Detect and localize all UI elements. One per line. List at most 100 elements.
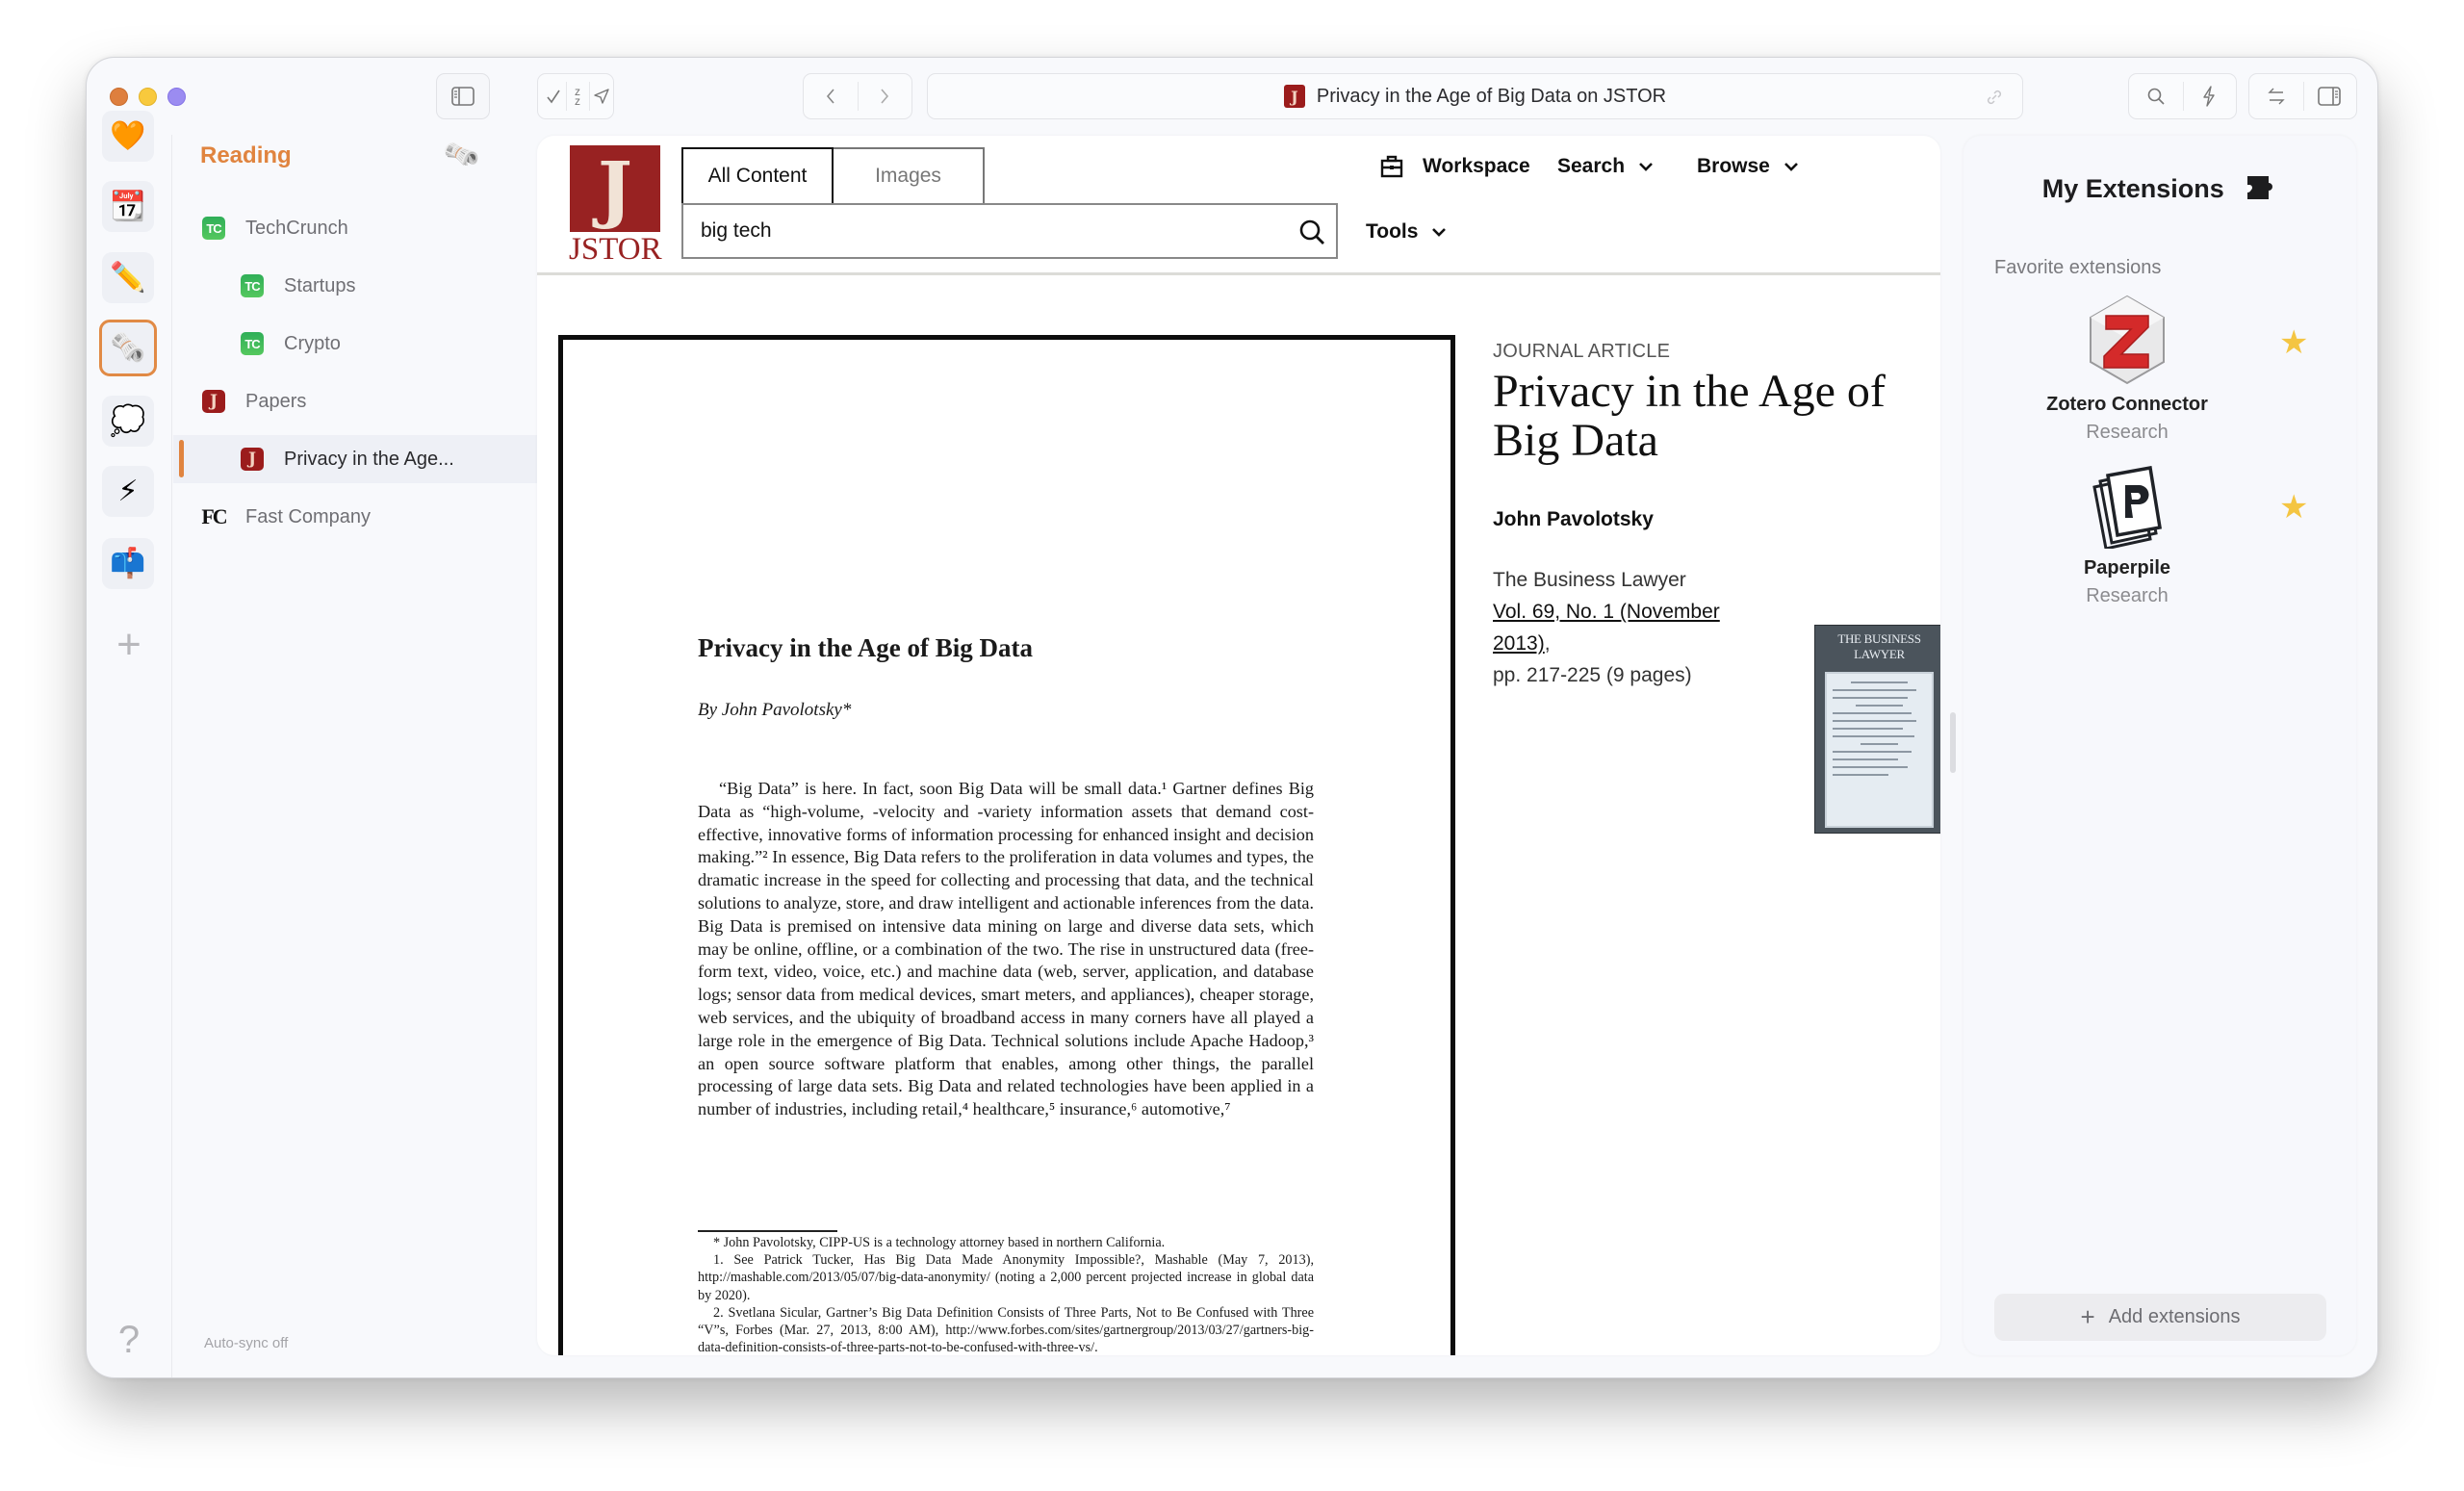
content-type-label: JOURNAL ARTICLE: [1493, 341, 1671, 362]
search-menu[interactable]: Search: [1557, 155, 1654, 178]
browse-menu[interactable]: Browse: [1697, 155, 1799, 178]
footnote: 1. See Patrick Tucker, Has Big Data Made…: [698, 1252, 1314, 1303]
lightning-icon: ⚡: [117, 476, 139, 507]
extensions-panel: My Extensions Favorite extensions Zotero…: [1964, 136, 2356, 1355]
plus-icon: +: [116, 621, 141, 668]
cover-title: THE BUSINESS LAWYER: [1837, 631, 1921, 661]
workspace-link[interactable]: Workspace: [1380, 155, 1530, 178]
link-icon[interactable]: [1984, 87, 2005, 108]
jstor-wordmark[interactable]: JSTOR: [569, 232, 662, 268]
chevron-down-icon: [1432, 228, 1447, 237]
extension-paperpile[interactable]: Paperpile Research: [1964, 465, 2291, 607]
help-button[interactable]: ?: [110, 1319, 148, 1362]
back-button[interactable]: [804, 74, 858, 118]
journal-cover-image[interactable]: THE BUSINESS LAWYER: [1814, 625, 1940, 834]
chevron-left-icon: [826, 89, 834, 104]
search-input[interactable]: big tech: [681, 203, 1338, 259]
browse-menu-label: Browse: [1697, 155, 1770, 177]
selection-indicator: [179, 440, 184, 477]
sidebar-toggle-button[interactable]: [436, 73, 490, 119]
share-button[interactable]: [589, 74, 613, 118]
web-page: J JSTOR All Content Images big tech Work…: [537, 136, 1940, 1355]
sidebar-item-startups[interactable]: TC Startups: [173, 262, 600, 310]
sidebar-item-label: TechCrunch: [245, 217, 348, 239]
search-icon[interactable]: [1297, 218, 1326, 246]
page-title: Privacy in the Age of Big Data on JSTOR: [1316, 85, 1667, 107]
space-reading-button[interactable]: 🗞️: [99, 320, 157, 376]
right-sidebar-icon: [2318, 87, 2342, 106]
extensions-title: My Extensions: [1964, 174, 2356, 204]
address-bar[interactable]: J Privacy in the Age of Big Data on JSTO…: [927, 73, 2023, 119]
sidebar-item-label: Papers: [245, 390, 307, 412]
search-tools-group: [2128, 73, 2237, 119]
pdf-page-preview[interactable]: Privacy in the Age of Big Data By John P…: [558, 335, 1455, 1355]
add-extensions-button[interactable]: + Add extensions: [1994, 1294, 2326, 1341]
quick-actions-button[interactable]: [2182, 74, 2237, 118]
tab-images[interactable]: Images: [834, 147, 985, 203]
plus-icon: +: [2080, 1302, 2095, 1331]
forward-button[interactable]: [858, 74, 911, 118]
sidebar-item-techcrunch[interactable]: TC TechCrunch: [173, 204, 600, 252]
newspaper-icon: 🗞️: [110, 332, 146, 364]
issue-link[interactable]: Vol. 69, No. 1 (November 2013): [1493, 601, 1720, 655]
jstor-header: J JSTOR All Content Images big tech Work…: [537, 136, 1940, 275]
mark-done-button[interactable]: [542, 74, 566, 118]
techcrunch-favicon-icon: TC: [241, 332, 264, 355]
tab-all-content[interactable]: All Content: [681, 147, 834, 203]
sidebar-icon: [451, 87, 475, 106]
journal-name: The Business Lawyer: [1493, 569, 1686, 591]
minimize-window-button[interactable]: [139, 88, 157, 106]
workspace-label: Workspace: [1423, 155, 1530, 177]
favorite-star-icon[interactable]: ★: [2279, 323, 2308, 362]
find-button[interactable]: [2129, 74, 2183, 118]
question-icon: ?: [117, 1319, 141, 1361]
pdf-title: Privacy in the Age of Big Data: [698, 633, 1033, 662]
search-icon: [2147, 88, 2165, 105]
favorite-star-icon[interactable]: ★: [2279, 488, 2308, 527]
lightning-icon: [2203, 86, 2215, 107]
right-panel-toggle-button[interactable]: [2302, 74, 2357, 118]
tools-menu-label: Tools: [1366, 220, 1419, 243]
newspaper-icon[interactable]: 🗞️: [440, 134, 482, 175]
zoom-window-button[interactable]: [167, 88, 186, 106]
extension-zotero-connector[interactable]: Zotero Connector Research: [1964, 295, 2291, 444]
space-pencil-button[interactable]: ✏️: [102, 252, 154, 303]
space-lightning-button[interactable]: ⚡: [102, 466, 154, 517]
space-speech-button[interactable]: 💭: [102, 396, 154, 447]
chevron-right-icon: [881, 89, 889, 104]
sidebar-item-label: Crypto: [284, 332, 341, 354]
search-input-value: big tech: [701, 219, 772, 242]
panel-resize-handle[interactable]: [1950, 712, 1956, 773]
extension-category: Research: [2086, 422, 2169, 443]
jstor-logo[interactable]: J: [570, 145, 660, 232]
checkmark-icon: [547, 90, 560, 104]
add-space-button[interactable]: +: [110, 624, 148, 666]
pdf-byline: By John Pavolotsky*: [698, 700, 852, 720]
page-range: pp. 217-225 (9 pages): [1493, 664, 1692, 686]
sidebar-item-crypto[interactable]: TC Crypto: [173, 320, 600, 368]
extension-name: Zotero Connector: [2046, 394, 2208, 415]
jstor-logo-letter: J: [598, 145, 632, 231]
add-extensions-label: Add extensions: [2108, 1306, 2241, 1327]
sidebar-item-papers[interactable]: J Papers: [173, 377, 600, 425]
space-favorites-button[interactable]: 🧡: [102, 111, 154, 162]
sidebar-item-fast-company[interactable]: FC Fast Company: [173, 493, 600, 541]
article-author[interactable]: John Pavolotsky: [1493, 508, 1654, 531]
swap-button[interactable]: [2249, 74, 2303, 118]
page-actions-group: zz: [537, 73, 614, 119]
sidebar-item-privacy-article[interactable]: J Privacy in the Age...: [173, 435, 600, 483]
footnote: * John Pavolotsky, CIPP-US is a technolo…: [713, 1235, 1166, 1250]
close-window-button[interactable]: [110, 88, 128, 106]
space-calendar-button[interactable]: 📆: [102, 181, 154, 232]
journal-info: The Business Lawyer Vol. 69, No. 1 (Nove…: [1493, 564, 1724, 691]
fast-company-favicon-icon: FC: [201, 504, 227, 528]
techcrunch-favicon-icon: TC: [241, 274, 264, 297]
jstor-favicon-icon: J: [1283, 85, 1305, 108]
snooze-button[interactable]: zz: [565, 74, 590, 118]
tools-menu[interactable]: Tools: [1366, 220, 1447, 244]
space-mailbox-button[interactable]: 📫: [102, 538, 154, 589]
puzzle-piece-icon: [2246, 175, 2273, 199]
sidebar-item-label: Fast Company: [245, 505, 372, 527]
cover-contents: [1825, 672, 1934, 828]
mailbox-icon: 📫: [110, 548, 146, 579]
